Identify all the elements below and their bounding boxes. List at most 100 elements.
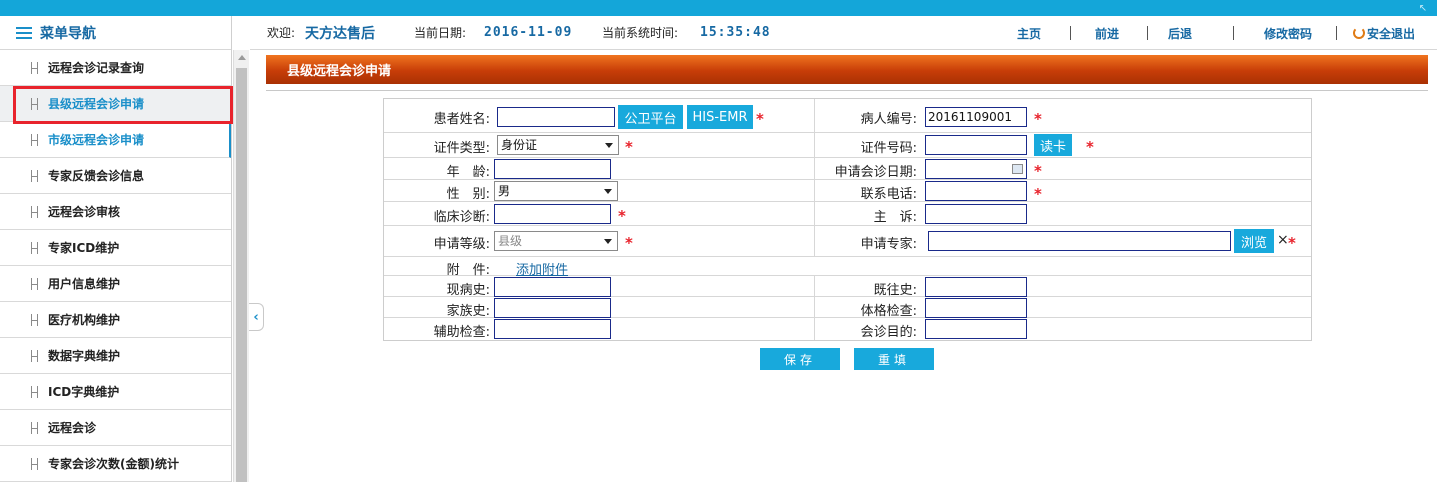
calendar-icon[interactable]	[1012, 164, 1023, 174]
sidebar-item-statistics[interactable]: 专家会诊次数(金额)统计	[0, 446, 231, 482]
sidebar-item-city-apply[interactable]: 市级远程会诊申请	[0, 122, 231, 158]
reset-button[interactable]: 重填	[854, 348, 934, 370]
patient-id-label: 病人编号:	[860, 112, 917, 127]
family-history-input[interactable]	[494, 298, 611, 318]
sidebar-item-label: 专家反馈会诊信息	[48, 169, 145, 183]
sidebar-item-label: 远程会诊记录查询	[48, 61, 145, 75]
scrollbar-thumb[interactable]	[236, 68, 247, 482]
required-mark: *	[618, 207, 626, 225]
sidebar-item-label: 医疗机构维护	[48, 313, 121, 327]
id-number-input[interactable]	[925, 135, 1027, 155]
aux-exam-input[interactable]	[494, 319, 611, 339]
read-card-button[interactable]: 读卡	[1034, 134, 1072, 156]
purpose-label: 会诊目的:	[860, 325, 917, 340]
age-input[interactable]	[494, 159, 611, 179]
gender-select[interactable]: 男	[494, 181, 618, 201]
gender-value: 男	[498, 184, 511, 198]
level-label: 申请等级:	[433, 237, 490, 252]
add-attachment-link[interactable]: 添加附件	[516, 259, 568, 278]
tree-icon	[28, 349, 42, 363]
expert-label: 申请专家:	[860, 237, 917, 252]
sidebar-item-review[interactable]: 远程会诊审核	[0, 194, 231, 230]
level-value: 县级	[498, 234, 523, 248]
sidebar-item-record-query[interactable]: 远程会诊记录查询	[0, 50, 231, 86]
expert-input[interactable]	[928, 231, 1231, 251]
required-mark: *	[625, 138, 633, 156]
browse-button[interactable]: 浏览	[1234, 229, 1274, 253]
present-history-input[interactable]	[494, 277, 611, 297]
date-label: 当前日期:	[414, 26, 467, 40]
level-select[interactable]: 县级	[494, 231, 618, 251]
save-button[interactable]: 保存	[760, 348, 840, 370]
sidebar-item-expert-feedback[interactable]: 专家反馈会诊信息	[0, 158, 231, 194]
id-type-value: 身份证	[501, 138, 538, 152]
tree-icon	[28, 421, 42, 435]
sidebar-scrollbar[interactable]	[233, 50, 249, 482]
sidebar-item-expert-icd[interactable]: 专家ICD维护	[0, 230, 231, 266]
id-type-select[interactable]: 身份证	[497, 135, 619, 155]
sidebar-item-user-info[interactable]: 用户信息维护	[0, 266, 231, 302]
collapse-sidebar-button[interactable]: ‹	[249, 303, 264, 331]
apply-date-input[interactable]	[925, 159, 1027, 179]
sidebar-item-label: 远程会诊审核	[48, 205, 121, 219]
physical-exam-label: 体格检查:	[860, 304, 917, 319]
nav-divider	[1336, 26, 1337, 40]
purpose-input[interactable]	[925, 319, 1027, 339]
nav-divider	[1070, 26, 1071, 40]
nav-divider	[1233, 26, 1234, 40]
aux-exam-label: 辅助检查:	[433, 325, 490, 340]
nav-back[interactable]: 后退	[1168, 16, 1192, 50]
welcome-label: 欢迎:	[267, 26, 296, 40]
tree-icon	[28, 241, 42, 255]
sidebar-title: 菜单导航	[40, 25, 96, 42]
phone-input[interactable]	[925, 181, 1027, 201]
sidebar-item-label: ICD字典维护	[48, 385, 120, 399]
sidebar-item-institution[interactable]: 医疗机构维护	[0, 302, 231, 338]
top-header: 欢迎: 天方达售后 当前日期: 2016-11-09 当前系统时间: 15:35…	[250, 16, 1437, 50]
diagnosis-input[interactable]	[494, 204, 611, 224]
gongwei-platform-button[interactable]: 公卫平台	[618, 105, 683, 129]
menu-list-icon	[16, 26, 32, 39]
past-history-label: 既往史:	[873, 283, 917, 298]
his-emr-button[interactable]: HIS-EMR	[687, 105, 753, 129]
required-mark: *	[1034, 110, 1042, 128]
sidebar-header: 菜单导航	[0, 16, 231, 50]
nav-divider	[1147, 26, 1148, 40]
chevron-down-icon	[604, 189, 612, 194]
tree-icon	[28, 457, 42, 471]
required-mark: *	[756, 110, 764, 128]
id-number-label: 证件号码:	[860, 141, 917, 156]
diagnosis-label: 临床诊断:	[433, 210, 490, 225]
logout-label: 安全退出	[1367, 26, 1416, 41]
nav-home[interactable]: 主页	[1017, 16, 1041, 50]
sidebar-item-consultation[interactable]: 远程会诊	[0, 410, 231, 446]
required-mark: *	[1288, 234, 1296, 252]
sidebar-item-icd-dictionary[interactable]: ICD字典维护	[0, 374, 231, 410]
sidebar-item-dictionary[interactable]: 数据字典维护	[0, 338, 231, 374]
chevron-left-icon: ‹	[253, 309, 259, 325]
complaint-input[interactable]	[925, 204, 1027, 224]
past-history-input[interactable]	[925, 277, 1027, 297]
tree-icon	[28, 205, 42, 219]
scroll-up-icon[interactable]	[238, 55, 246, 60]
chevron-down-icon	[605, 143, 613, 148]
patient-name-input[interactable]	[497, 107, 615, 127]
gender-label: 性 别:	[446, 187, 490, 202]
tree-icon	[28, 277, 42, 291]
nav-logout[interactable]: 安全退出	[1353, 16, 1415, 50]
id-type-label: 证件类型:	[433, 141, 490, 156]
age-label: 年 龄:	[446, 165, 490, 180]
physical-exam-input[interactable]	[925, 298, 1027, 318]
required-mark: *	[1034, 185, 1042, 203]
patient-name-label: 患者姓名:	[433, 112, 490, 127]
sidebar-item-label: 市级远程会诊申请	[48, 133, 145, 147]
nav-forward[interactable]: 前进	[1095, 16, 1119, 50]
sidebar-item-label: 数据字典维护	[48, 349, 121, 363]
corner-mark-icon: ↖	[1418, 3, 1427, 14]
nav-change-password[interactable]: 修改密码	[1264, 16, 1312, 50]
clear-expert-button[interactable]: ×	[1277, 232, 1289, 248]
required-mark: *	[625, 234, 633, 252]
patient-id-input[interactable]: 20161109001	[925, 107, 1027, 127]
required-mark: *	[1034, 162, 1042, 180]
tree-icon	[28, 385, 42, 399]
